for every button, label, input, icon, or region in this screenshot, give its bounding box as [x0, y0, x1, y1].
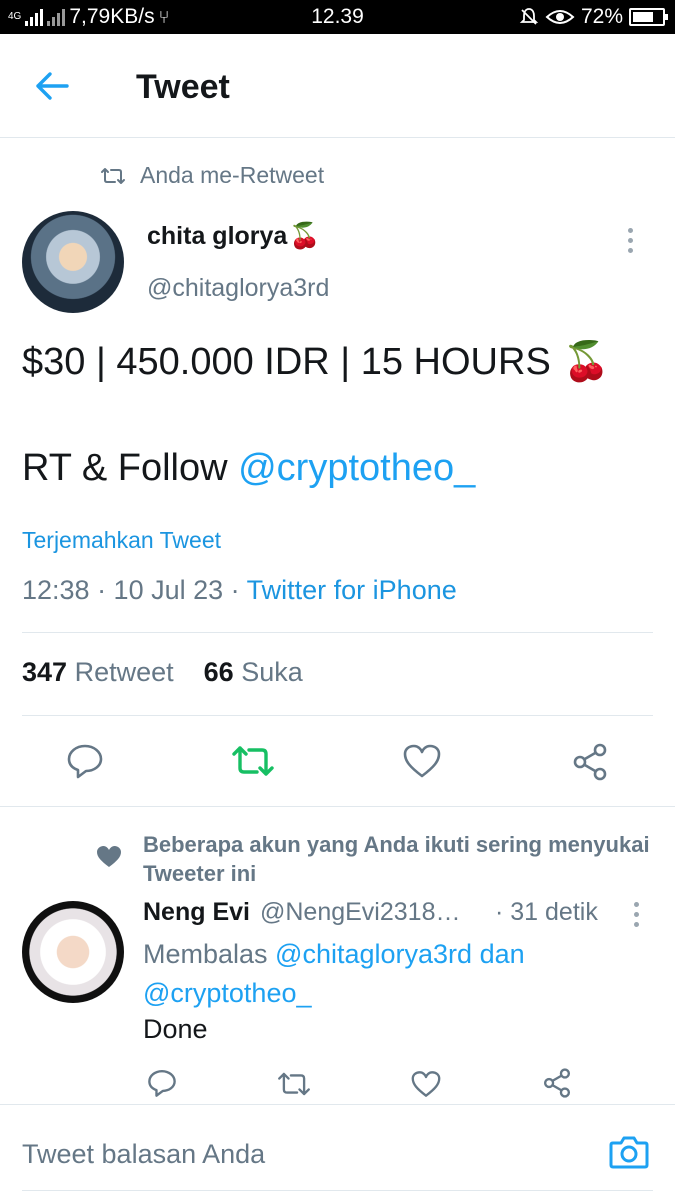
- reply-share-icon[interactable]: [542, 1068, 572, 1098]
- retweet-icon[interactable]: [231, 743, 275, 779]
- tweet-source-link[interactable]: Twitter for iPhone: [247, 575, 457, 605]
- retweet-context: Anda me-Retweet: [100, 162, 324, 189]
- tweet-text-prefix: RT & Follow: [22, 447, 239, 489]
- tweet-text-main: $30 | 450.000 IDR | 15 HOURS: [22, 340, 551, 383]
- like-count[interactable]: 66: [204, 657, 234, 687]
- back-arrow-icon[interactable]: [34, 70, 70, 102]
- mute-icon: [519, 8, 539, 25]
- tweet-text-emoji: 🍒: [562, 341, 611, 383]
- top-app-bar: Tweet: [0, 34, 675, 138]
- camera-icon[interactable]: [609, 1134, 649, 1170]
- retweet-count-label[interactable]: Retweet: [75, 657, 174, 687]
- page-title: Tweet: [136, 68, 230, 106]
- reply-author-handle: @NengEvi2318…: [259, 898, 461, 926]
- reply-reply-icon[interactable]: [147, 1068, 177, 1098]
- reply-more-options-icon[interactable]: [634, 902, 639, 927]
- retweet-count[interactable]: 347: [22, 657, 67, 687]
- mention-link[interactable]: @cryptotheo_: [238, 447, 475, 489]
- reply-text: Done: [143, 1014, 208, 1044]
- section-divider: [0, 806, 675, 807]
- like-count-label[interactable]: Suka: [241, 657, 303, 687]
- share-icon[interactable]: [571, 743, 609, 781]
- status-right: 72%: [519, 5, 668, 29]
- translate-tweet-link[interactable]: Terjemahkan Tweet: [22, 527, 221, 554]
- reply-input[interactable]: [22, 1134, 582, 1174]
- divider: [22, 715, 653, 716]
- author-name: chita glorya: [147, 222, 288, 250]
- social-context: Beberapa akun yang Anda ikuti sering men…: [143, 832, 650, 886]
- author-avatar[interactable]: [22, 211, 124, 313]
- reply-icon[interactable]: [66, 743, 104, 779]
- eye-icon: [545, 10, 575, 24]
- tweet-datetime: 12:38 · 10 Jul 23 ·: [22, 575, 247, 605]
- reply-avatar[interactable]: [22, 901, 124, 1003]
- like-heart-icon[interactable]: [402, 743, 442, 779]
- composer-underline: [22, 1190, 653, 1191]
- author-emoji: 🍒: [289, 222, 321, 250]
- retweet-context-label: Anda me-Retweet: [140, 162, 325, 188]
- retweet-small-icon: [101, 167, 125, 184]
- reply-timestamp: · 31 detik: [495, 898, 598, 926]
- author-handle[interactable]: @chitaglorya3rd: [147, 274, 329, 303]
- tweet-text-line2: RT & Follow @cryptotheo_: [22, 447, 475, 490]
- divider: [22, 632, 653, 633]
- replying-and: dan: [472, 939, 525, 969]
- battery-icon: [629, 8, 668, 26]
- author-name-row[interactable]: chita glorya 🍒: [147, 222, 320, 251]
- replying-mention-1[interactable]: @chitaglorya3rd: [275, 939, 472, 969]
- reply-like-icon[interactable]: [410, 1070, 442, 1098]
- tweet-stats: 347 Retweet 66 Suka: [22, 657, 303, 688]
- reply-retweet-icon[interactable]: [276, 1070, 312, 1098]
- replying-to: Membalas @chitaglorya3rd dan @cryptotheo…: [143, 935, 623, 1013]
- battery-percent: 72%: [580, 5, 623, 28]
- replying-mention-2[interactable]: @cryptotheo_: [143, 978, 312, 1008]
- liked-heart-icon: [97, 846, 121, 867]
- reply-header[interactable]: Neng Evi @NengEvi2318… · 31 detik: [143, 898, 598, 927]
- reply-author-name: Neng Evi: [143, 898, 250, 926]
- replying-prefix: Membalas: [143, 939, 276, 969]
- tweet-meta: 12:38 · 10 Jul 23 · Twitter for iPhone: [22, 575, 457, 606]
- more-options-icon[interactable]: [628, 228, 633, 253]
- tweet-text-line1: $30 | 450.000 IDR | 15 HOURS 🍒: [22, 340, 610, 384]
- status-bar: 4G 7,79KB/s ⑂ 12.39 72%: [0, 0, 675, 34]
